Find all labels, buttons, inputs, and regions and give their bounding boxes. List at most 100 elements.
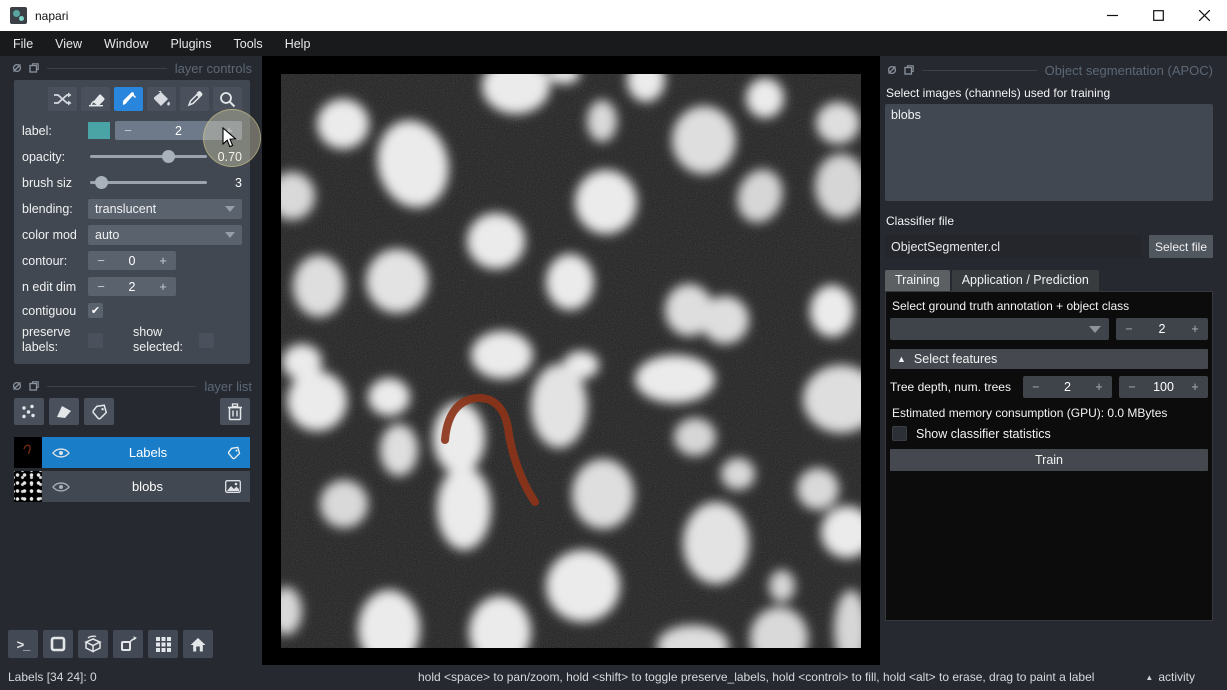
show-selected-checkbox[interactable] (199, 333, 214, 348)
grid-view-button[interactable] (148, 630, 178, 658)
show-classifier-statistics-checkbox[interactable] (892, 426, 907, 441)
dock-float-icon[interactable] (904, 65, 914, 75)
train-button[interactable]: Train (890, 449, 1208, 471)
visibility-eye-icon[interactable] (52, 447, 70, 459)
transpose-icon (119, 635, 138, 653)
blending-dropdown[interactable]: translucent (88, 199, 242, 219)
labels-layer-thumbnail (14, 437, 42, 468)
preserve-labels-checkbox[interactable] (88, 333, 103, 348)
dock-hide-icon[interactable] (12, 63, 22, 73)
tree-depth-label: Tree depth, num. trees (890, 380, 1011, 394)
ground-truth-dropdown[interactable] (890, 318, 1109, 340)
layer-controls-title: layer controls (175, 61, 252, 76)
ndisplay-2d-button[interactable] (43, 630, 73, 658)
contour-decrement-button[interactable]: − (88, 253, 114, 268)
contiguous-checkbox[interactable]: ✔ (88, 303, 103, 318)
grid-icon (155, 636, 172, 653)
contour-increment-button[interactable]: + (150, 253, 176, 268)
paint-tool-button[interactable] (114, 87, 143, 111)
num-trees-value[interactable]: 100 (1145, 380, 1182, 394)
layer-list-title: layer list (204, 379, 252, 394)
label-color-swatch[interactable] (88, 122, 110, 139)
training-tab-pane: Select ground truth annotation + object … (885, 291, 1213, 621)
plugin-dock-header: Object segmentation (APOC) (887, 62, 1213, 78)
labels-layer-row[interactable]: Labels (42, 437, 250, 468)
label-decrement-button[interactable]: − (115, 123, 141, 138)
select-features-collapsible[interactable]: ▲ Select features (890, 349, 1208, 369)
activity-toggle[interactable]: ▲ activity (1145, 670, 1195, 684)
new-points-layer-button[interactable] (14, 398, 44, 425)
tree-depth-decrement-button[interactable]: − (1023, 380, 1049, 394)
dock-hide-icon[interactable] (887, 65, 897, 75)
menu-view[interactable]: View (44, 31, 93, 56)
select-file-button[interactable]: Select file (1149, 235, 1213, 258)
maximize-button[interactable] (1135, 0, 1181, 31)
home-reset-view-button[interactable] (183, 630, 213, 658)
minimize-button[interactable] (1089, 0, 1135, 31)
object-class-increment-button[interactable]: + (1182, 322, 1208, 336)
dock-float-icon[interactable] (29, 63, 39, 73)
zoom-tool-button[interactable] (213, 87, 242, 111)
close-button[interactable] (1181, 0, 1227, 31)
labels-type-icon (226, 446, 241, 460)
points-icon (20, 403, 38, 421)
collapse-arrow-icon: ▲ (897, 354, 906, 364)
tab-training[interactable]: Training (885, 270, 950, 291)
shuffle-colors-tool-button[interactable] (48, 87, 77, 111)
tool-hint-status: hold <space> to pan/zoom, hold <shift> t… (418, 670, 1094, 684)
object-class-value[interactable]: 2 (1142, 322, 1182, 336)
menu-tools[interactable]: Tools (223, 31, 274, 56)
menu-file[interactable]: File (2, 31, 44, 56)
num-trees-decrement-button[interactable]: − (1119, 380, 1145, 394)
menu-plugins[interactable]: Plugins (160, 31, 223, 56)
menu-window[interactable]: Window (93, 31, 159, 56)
dock-hide-icon[interactable] (12, 381, 22, 391)
preserve-labels-label: preserve labels: (22, 325, 80, 355)
titlebar: napari (0, 0, 1227, 31)
opacity-slider[interactable] (88, 148, 209, 165)
activity-label: activity (1158, 670, 1195, 684)
n-edit-dim-value[interactable]: 2 (114, 280, 150, 294)
image-type-icon (225, 480, 241, 493)
num-trees-increment-button[interactable]: + (1182, 380, 1208, 394)
erase-tool-button[interactable] (81, 87, 110, 111)
console-button[interactable]: >_ (8, 630, 38, 658)
fill-tool-button[interactable] (147, 87, 176, 111)
label-increment-button[interactable]: + (216, 123, 242, 138)
menu-help[interactable]: Help (274, 31, 322, 56)
color-picker-tool-button[interactable] (180, 87, 209, 111)
opacity-row-label: opacity: (22, 150, 88, 164)
dock-float-icon[interactable] (29, 381, 39, 391)
label-value[interactable]: 2 (141, 124, 216, 138)
menubar: File View Window Plugins Tools Help (0, 31, 1227, 56)
contour-value[interactable]: 0 (114, 254, 150, 268)
cube-3d-icon (83, 635, 103, 654)
brush-size-slider[interactable] (88, 174, 209, 191)
object-class-decrement-button[interactable]: − (1116, 322, 1142, 336)
tree-depth-increment-button[interactable]: + (1086, 380, 1112, 394)
tree-depth-value[interactable]: 2 (1049, 380, 1086, 394)
rotate-3d-button[interactable] (78, 630, 108, 658)
list-item[interactable]: blobs (891, 108, 1207, 122)
pipette-icon (187, 91, 203, 107)
blobs-layer-thumbnail (14, 471, 42, 502)
n-edit-dim-decrement-button[interactable]: − (88, 279, 114, 294)
layer-controls-panel: label: − 2 + opacity: (14, 80, 250, 364)
napari-window: napari File View Window Plugins Tools He… (0, 0, 1227, 690)
new-shapes-layer-button[interactable] (49, 398, 79, 425)
memory-consumption-label: Estimated memory consumption (GPU): 0.0 … (892, 406, 1206, 420)
color-mode-row-label: color mod (22, 228, 88, 242)
n-edit-dim-increment-button[interactable]: + (150, 279, 176, 294)
training-images-listbox[interactable]: blobs (885, 104, 1213, 201)
num-trees-spinbox: − 100 + (1119, 376, 1208, 398)
color-mode-dropdown[interactable]: auto (88, 225, 242, 245)
new-labels-layer-button[interactable] (84, 398, 114, 425)
blobs-layer-row[interactable]: blobs (42, 471, 250, 502)
visibility-eye-icon[interactable] (52, 481, 70, 493)
delete-layer-button[interactable] (220, 398, 250, 425)
tab-application-prediction[interactable]: Application / Prediction (952, 270, 1099, 291)
classifier-filename-input[interactable]: ObjectSegmenter.cl (885, 235, 1142, 258)
roll-dims-button[interactable] (113, 630, 143, 658)
viewer-canvas[interactable] (262, 56, 880, 665)
cursor-coordinates-status: Labels [34 24]: 0 (8, 670, 97, 684)
